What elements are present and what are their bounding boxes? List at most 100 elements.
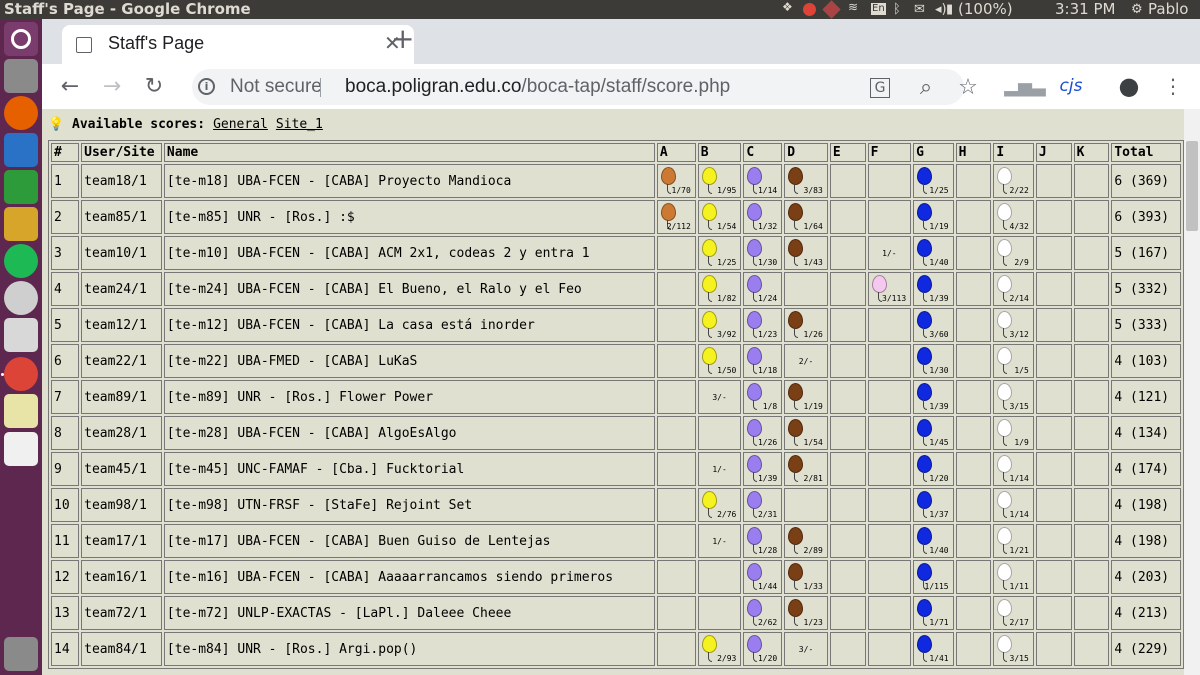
balloon-icon bbox=[747, 491, 763, 518]
bluetooth-icon[interactable]: ᛒ bbox=[893, 0, 901, 19]
trash-icon[interactable] bbox=[4, 637, 38, 671]
problem-cell-h bbox=[955, 416, 992, 450]
zoom-icon[interactable]: ⌕ bbox=[912, 73, 940, 101]
rank-cell: 5 bbox=[51, 308, 80, 342]
translate-icon[interactable]: G bbox=[870, 78, 890, 98]
user-name[interactable]: Pablo bbox=[1148, 0, 1188, 19]
problem-cell-g: 1/71 bbox=[913, 596, 954, 630]
page-icon bbox=[76, 37, 92, 53]
image-viewer-icon[interactable] bbox=[4, 394, 38, 428]
problem-cell-a bbox=[656, 380, 696, 414]
link-site-1[interactable]: Site_1 bbox=[276, 117, 323, 132]
attempts-label: 1/32 bbox=[757, 222, 778, 231]
balloon-icon bbox=[747, 419, 763, 446]
clock[interactable]: 3:31 PM bbox=[1055, 0, 1115, 19]
not-secure-label[interactable]: Not secure bbox=[230, 76, 322, 98]
bookmark-star-icon[interactable]: ☆ bbox=[954, 73, 982, 101]
attempts-label: 1/- bbox=[712, 465, 727, 474]
table-row: 14 team84/1 [te-m84] UNR - [Ros.] Argi.pop… bbox=[51, 632, 1181, 666]
problem-cell-a bbox=[656, 560, 696, 594]
battery-text[interactable]: (100%) bbox=[958, 0, 1013, 19]
balloon-icon bbox=[701, 311, 717, 338]
problem-cell-e bbox=[829, 416, 866, 450]
balloon-icon bbox=[788, 419, 804, 446]
attempts-label: 1/45 bbox=[929, 438, 949, 447]
menu-kebab-icon[interactable]: ⋮ bbox=[1159, 72, 1187, 100]
dropbox-icon[interactable]: ❖ bbox=[782, 0, 795, 14]
team-name-cell: [te-m28] UBA-FCEN - [CABA] AlgoEsAlgo bbox=[163, 416, 655, 450]
tab-staffs-page[interactable]: Staff's Page ✕ bbox=[62, 25, 414, 64]
balloon-icon bbox=[701, 167, 717, 194]
problem-cell-j bbox=[1035, 164, 1072, 198]
problem-cell-e bbox=[829, 236, 866, 270]
attempts-label: 1/40 bbox=[929, 546, 949, 555]
problem-cell-d: 2/89 bbox=[784, 524, 828, 558]
chrome-tray-icon[interactable] bbox=[803, 3, 816, 16]
problem-cell-i: 2/17 bbox=[993, 596, 1034, 630]
problem-cell-k bbox=[1073, 416, 1110, 450]
problem-cell-b bbox=[697, 416, 742, 450]
reload-button[interactable]: ↻ bbox=[140, 72, 168, 100]
mail-icon[interactable]: ✉ bbox=[914, 0, 925, 19]
scrollbar-thumb[interactable] bbox=[1186, 141, 1198, 231]
attempts-label: 2/81 bbox=[803, 474, 823, 483]
problem-cell-f bbox=[867, 524, 912, 558]
address-bar[interactable]: i Not secure boca.poligran.edu.co/boca-t… bbox=[192, 69, 978, 105]
battery-icon[interactable]: ▮ bbox=[946, 0, 953, 19]
url-text[interactable]: boca.poligran.edu.co/boca-tap/staff/scor… bbox=[345, 76, 730, 98]
forward-button[interactable]: → bbox=[98, 72, 126, 100]
problem-cell-c: 1/14 bbox=[743, 164, 783, 198]
new-tab-button[interactable]: + bbox=[391, 23, 414, 55]
balloon-icon bbox=[997, 419, 1013, 446]
info-icon[interactable]: i bbox=[198, 78, 215, 95]
cjs-extension-icon[interactable]: cjs bbox=[1054, 72, 1088, 100]
balloon-icon bbox=[788, 599, 804, 626]
problem-cell-b: 3/- bbox=[697, 380, 742, 414]
attempts-label: 1/19 bbox=[929, 222, 949, 231]
problem-cell-b bbox=[697, 596, 742, 630]
team-name-cell: [te-m17] UBA-FCEN - [CABA] Buen Guiso de… bbox=[163, 524, 655, 558]
problem-cell-j bbox=[1035, 596, 1072, 630]
balloon-icon bbox=[917, 491, 933, 518]
balloon-icon bbox=[747, 563, 763, 590]
balloon-icon bbox=[747, 275, 763, 302]
attempts-label: 1/19 bbox=[803, 402, 823, 411]
attempts-label: 1/14 bbox=[1009, 510, 1029, 519]
gear-icon[interactable]: ⚙ bbox=[1131, 0, 1143, 19]
attempts-label: 2/9 bbox=[1014, 258, 1029, 267]
attempts-label: 1/33 bbox=[803, 582, 823, 591]
chrome-launcher-icon[interactable] bbox=[4, 357, 38, 391]
table-row: 5 team12/1 [te-m12] UBA-FCEN - [CABA] La c… bbox=[51, 308, 1181, 342]
files-icon[interactable] bbox=[4, 59, 38, 93]
problem-cell-e bbox=[829, 380, 866, 414]
attempts-label: 1/8 bbox=[762, 402, 778, 411]
attempts-label: 1/14 bbox=[1009, 474, 1029, 483]
sound-icon[interactable]: ◂) bbox=[935, 0, 947, 19]
vertical-scrollbar[interactable] bbox=[1184, 109, 1200, 675]
problem-cell-h bbox=[955, 164, 992, 198]
problem-cell-e bbox=[829, 308, 866, 342]
firefox-icon[interactable] bbox=[4, 96, 38, 130]
link-general[interactable]: General bbox=[213, 117, 268, 132]
keyboard-indicator[interactable]: En bbox=[871, 3, 886, 15]
disc-icon[interactable] bbox=[4, 281, 38, 315]
problem-cell-d: 3/83 bbox=[784, 164, 828, 198]
printer-icon[interactable] bbox=[4, 318, 38, 352]
back-button[interactable]: ← bbox=[56, 72, 84, 100]
text-editor-icon[interactable] bbox=[4, 432, 38, 466]
rank-cell: 11 bbox=[51, 524, 80, 558]
balloon-icon bbox=[747, 455, 763, 482]
app-tray-icon[interactable] bbox=[822, 0, 841, 19]
spotify-icon[interactable] bbox=[4, 244, 38, 278]
stats-extension-icon[interactable]: ▂▅▃ bbox=[1004, 72, 1046, 100]
problem-cell-k bbox=[1073, 200, 1110, 234]
balloon-icon bbox=[917, 275, 933, 302]
calc-icon[interactable] bbox=[4, 170, 38, 204]
problem-cell-b: 3/92 bbox=[697, 308, 742, 342]
profile-avatar-icon[interactable]: ● bbox=[1115, 72, 1143, 100]
browser-window: Staff's Page ✕ + ← → ↻ i Not secure boca… bbox=[42, 19, 1200, 675]
software-center-icon[interactable] bbox=[4, 207, 38, 241]
writer-icon[interactable] bbox=[4, 133, 38, 167]
wifi-icon[interactable]: ≋ bbox=[848, 0, 861, 14]
ubuntu-dash-icon[interactable] bbox=[4, 22, 38, 56]
